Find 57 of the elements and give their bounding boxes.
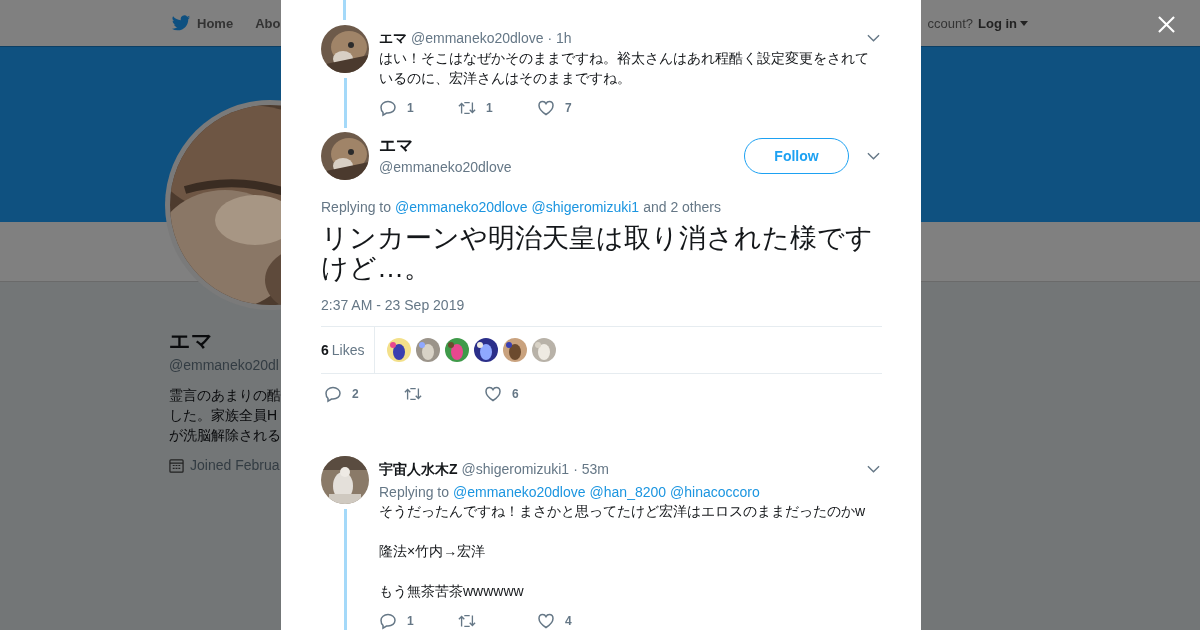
tweet-paragraph: もう無茶苦茶wwwwww [379,582,525,601]
calendar-icon [169,457,184,473]
like-button[interactable]: 6 [484,385,564,403]
tweet-text: リンカーンや明治天皇は取り消された様ですけど…。 [321,223,874,283]
retweet-button[interactable]: 1 [458,99,537,117]
mention-link[interactable]: @emmaneko20dlove [453,483,586,501]
tweet-timestamp[interactable]: 2:37 AM - 23 Sep 2019 [321,295,882,315]
heart-icon [537,612,555,630]
reply-button[interactable]: 1 [379,612,458,630]
reply-button[interactable]: 1 [379,99,458,117]
others-label: and 2 others [643,198,721,216]
tweet-paragraph: そうだったんですね！まさかと思ってたけど宏洋はエロスのままだったのかw [379,502,867,521]
retweet-icon [458,612,476,630]
bio-line: 霊言のあまりの酷 [169,386,281,405]
caret-icon [1020,20,1028,26]
tweet-time[interactable]: · 1h [547,30,572,46]
bird-icon [171,14,191,32]
bio-line: した。家族全員H [169,406,278,425]
account-prompt: ccount? [927,15,973,31]
replying-label: Replying to [321,198,392,216]
retweet-icon [404,385,422,403]
tweet-text: はい！そこはなぜかそのままですね。裕太さんはあれ程酷く設定変更をされているのに、宏洋さんはそのままですね。 [379,49,870,88]
likes-count[interactable]: 6 Likes [321,327,376,373]
like-button[interactable]: 4 [537,612,616,630]
login-link[interactable]: Log in [978,15,1017,31]
profile-name: エマ [169,328,213,354]
author-name: エマ [379,135,414,157]
mention-link[interactable]: @han_8200 [589,483,667,501]
reply-icon [324,385,342,403]
like-button[interactable]: 7 [537,99,616,117]
author-name: エマ [379,30,407,48]
replying-label: Replying to [379,483,450,501]
chevron-icon[interactable] [867,465,880,473]
joined-date: Joined Februa [190,457,280,473]
reply-button[interactable]: 2 [324,385,404,403]
follow-button[interactable]: Follow [744,138,849,174]
mention-link[interactable]: @hinacoccoro [670,483,760,501]
home-link[interactable]: Home [171,14,234,32]
heart-icon [484,385,502,403]
retweet-icon [458,99,476,117]
chevron-icon[interactable] [867,152,880,160]
chevron-icon[interactable] [867,34,880,42]
author-name: 宇宙人水木Z [379,461,458,479]
close-icon[interactable] [1158,16,1175,33]
reply-icon [379,612,397,630]
author-handle[interactable]: @emmaneko20dlove [411,30,544,46]
tweet-time[interactable]: · 53m [573,461,609,477]
author-handle[interactable]: @shigeromizuki1 [461,461,570,477]
mention-link[interactable]: @shigeromizuki1 [531,198,640,216]
tweet-paragraph: 隆法×竹内→宏洋 [379,542,487,561]
bio-line: が洗脳解除される [169,426,281,445]
profile-handle: @emmaneko20dl [169,356,279,375]
about-link[interactable]: Abo [255,15,281,31]
author-handle[interactable]: @emmaneko20dlove [379,157,744,177]
reply-icon [379,99,397,117]
heart-icon [537,99,555,117]
mention-link[interactable]: @emmaneko20dlove [395,198,528,216]
